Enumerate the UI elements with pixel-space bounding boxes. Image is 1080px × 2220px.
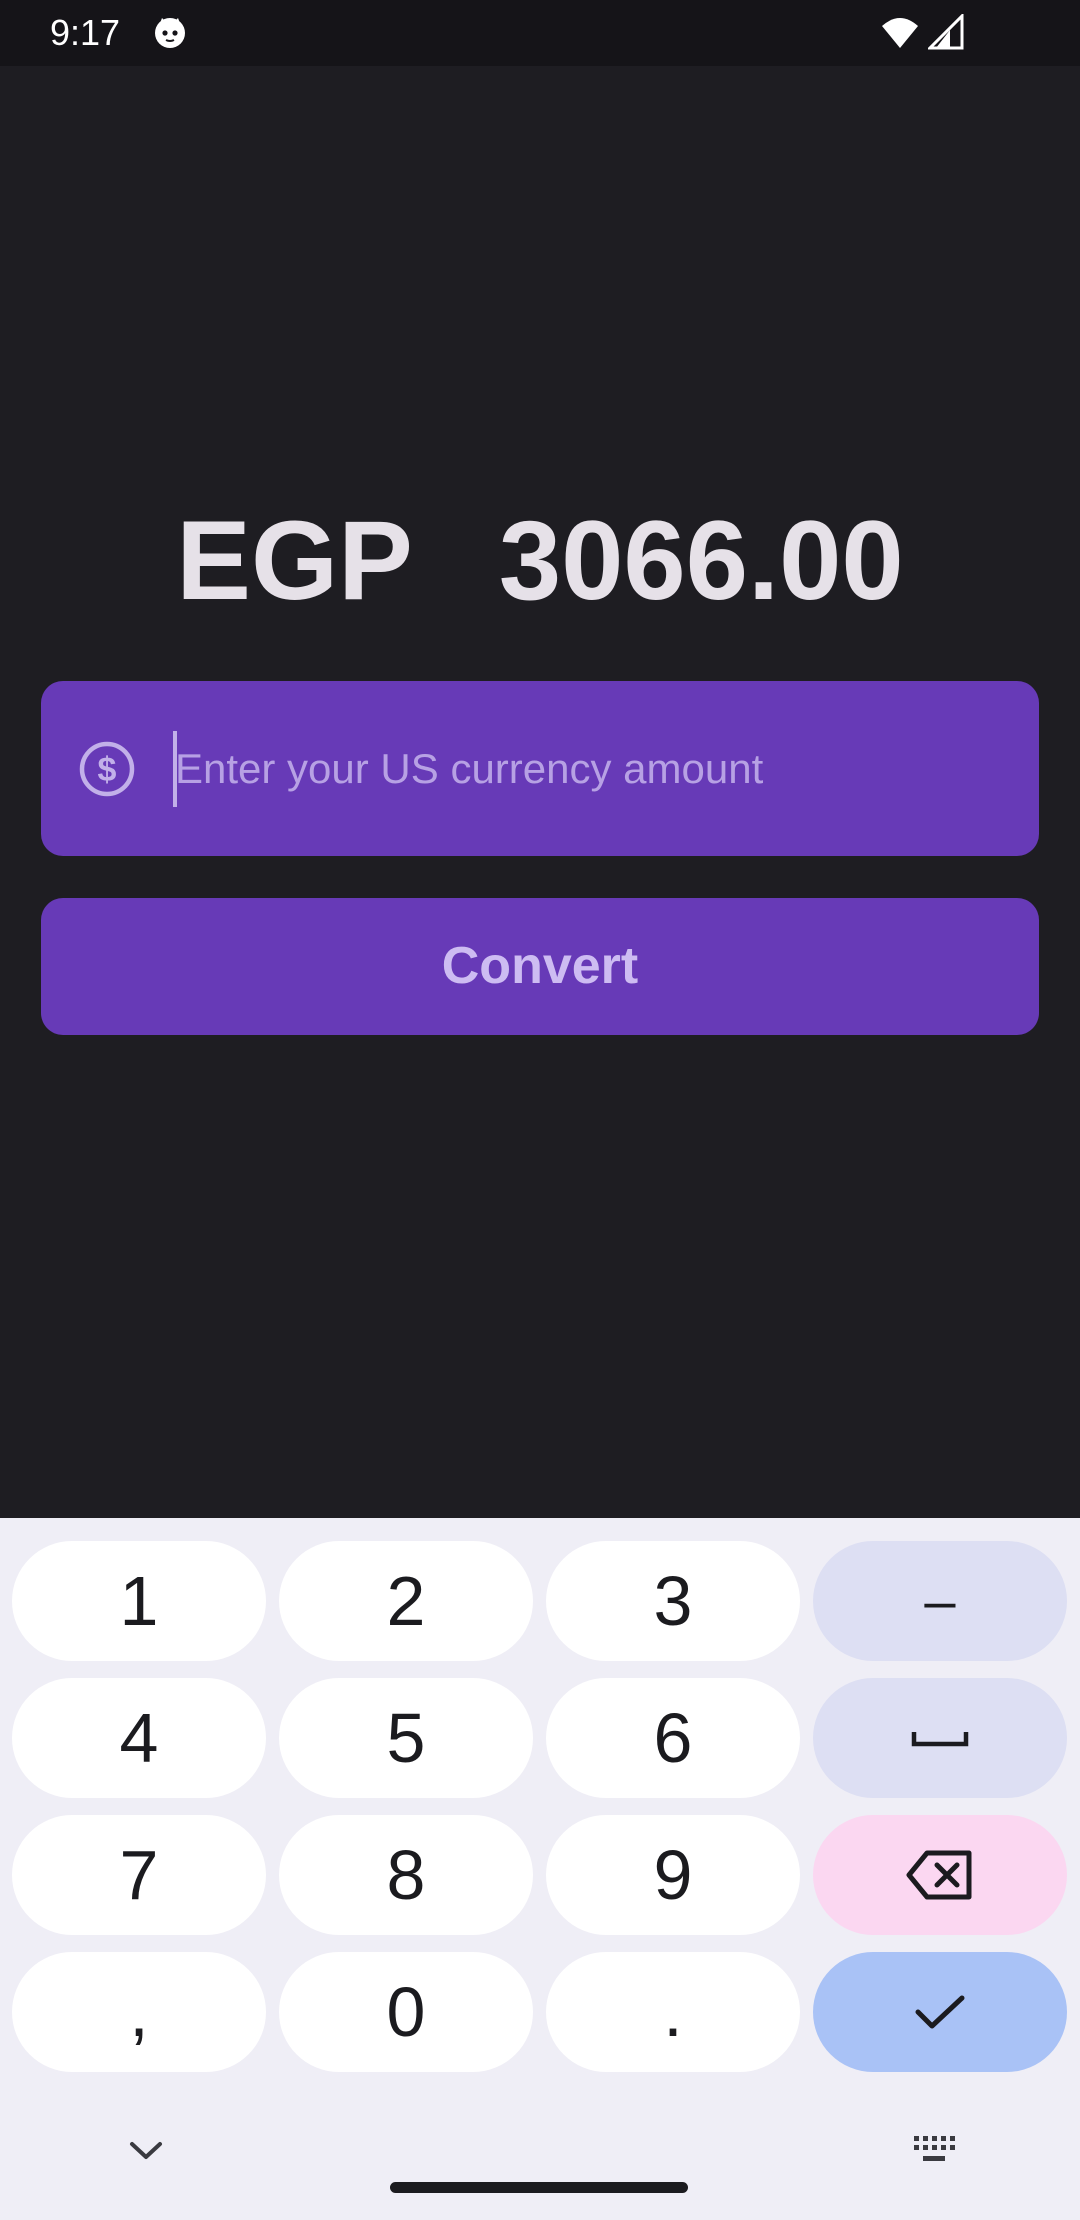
key-4[interactable]: 4 — [12, 1678, 266, 1798]
key-space[interactable] — [813, 1678, 1067, 1798]
key-9[interactable]: 9 — [546, 1815, 800, 1935]
key-done[interactable] — [813, 1952, 1067, 2072]
space-bar-icon — [911, 1732, 969, 1747]
key-0[interactable]: 0 — [279, 1952, 533, 2072]
key-1[interactable]: 1 — [12, 1541, 266, 1661]
checkmark-icon — [915, 1995, 965, 2029]
keyboard-icon[interactable] — [912, 2132, 956, 2168]
cell-signal-icon — [928, 14, 964, 50]
wifi-icon — [882, 18, 918, 48]
cat-face-icon — [155, 18, 185, 48]
numeric-keyboard: 1 2 3 – 4 5 6 7 8 9 , 0 . — [0, 1518, 1080, 2220]
text-cursor — [173, 731, 177, 807]
result-amount: 3066.00 — [498, 498, 904, 623]
usd-amount-input[interactable] — [171, 721, 995, 817]
key-5[interactable]: 5 — [279, 1678, 533, 1798]
conversion-result: EGP 3066.00 — [0, 496, 1080, 626]
key-6[interactable]: 6 — [546, 1678, 800, 1798]
svg-text:$: $ — [98, 751, 117, 789]
status-bar: 9:17 — [0, 0, 1080, 66]
dollar-circle-icon: $ — [79, 741, 135, 797]
key-8[interactable]: 8 — [279, 1815, 533, 1935]
converter-screen: EGP 3066.00 $ Convert — [0, 66, 1080, 1518]
chevron-down-icon[interactable] — [126, 2130, 166, 2170]
key-7[interactable]: 7 — [12, 1815, 266, 1935]
status-time: 9:17 — [50, 12, 121, 53]
backspace-icon — [906, 1850, 972, 1900]
convert-button[interactable]: Convert — [41, 898, 1039, 1035]
key-period[interactable]: . — [546, 1952, 800, 2072]
key-3[interactable]: 3 — [546, 1541, 800, 1661]
home-indicator[interactable] — [390, 2182, 688, 2193]
amount-input-container[interactable]: $ — [41, 681, 1039, 856]
key-minus[interactable]: – — [813, 1541, 1067, 1661]
result-currency: EGP — [176, 498, 413, 623]
key-2[interactable]: 2 — [279, 1541, 533, 1661]
key-backspace[interactable] — [813, 1815, 1067, 1935]
key-comma[interactable]: , — [12, 1952, 266, 2072]
